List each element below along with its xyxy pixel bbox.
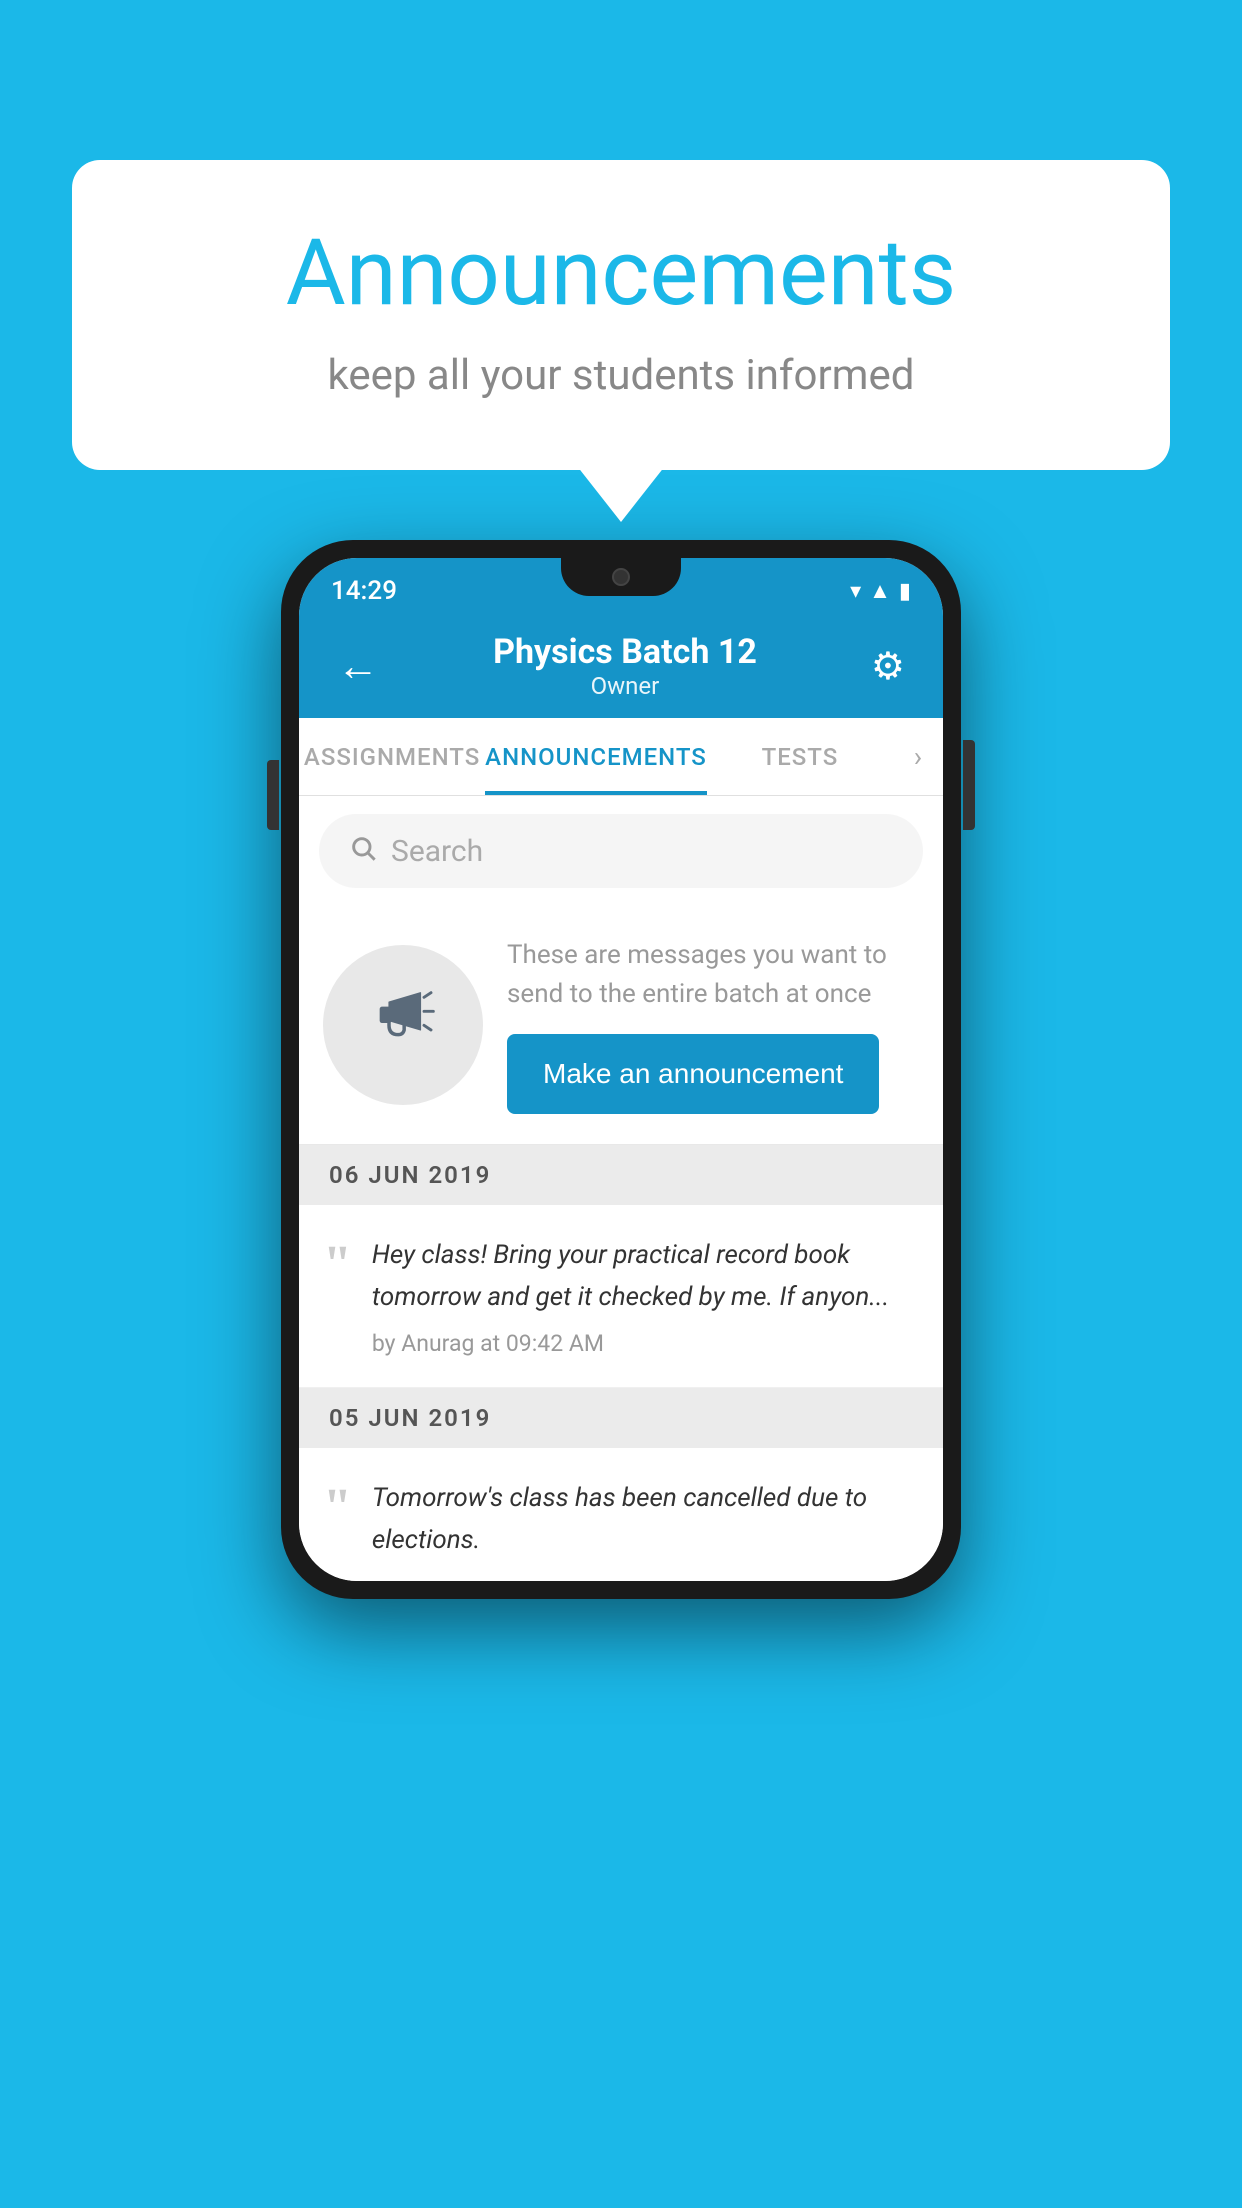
empty-state-text: These are messages you want to send to t… <box>507 936 913 1014</box>
empty-state-right: These are messages you want to send to t… <box>507 936 913 1114</box>
phone-screen: 14:29 ▾ ▲ ▮ ← Physics Batch 12 Owner ⚙ <box>299 558 943 1581</box>
tab-more-icon[interactable]: › <box>893 718 943 795</box>
tabs-bar: ASSIGNMENTS ANNOUNCEMENTS TESTS › <box>299 718 943 796</box>
search-placeholder: Search <box>391 834 483 869</box>
app-bar-title-container: Physics Batch 12 Owner <box>493 632 757 700</box>
wifi-icon: ▾ <box>850 579 861 604</box>
app-bar: ← Physics Batch 12 Owner ⚙ <box>299 614 943 718</box>
app-bar-title: Physics Batch 12 <box>493 632 757 672</box>
announcement-content-1: Hey class! Bring your practical record b… <box>372 1235 919 1357</box>
front-camera <box>612 568 630 586</box>
empty-state-icon-circle <box>323 945 483 1105</box>
back-button[interactable]: ← <box>327 632 389 701</box>
search-icon <box>349 832 377 870</box>
announcement-item-1: " Hey class! Bring your practical record… <box>299 1205 943 1388</box>
status-time: 14:29 <box>331 576 397 606</box>
settings-icon[interactable]: ⚙ <box>861 634 915 699</box>
date-separator-2: 05 JUN 2019 <box>299 1388 943 1448</box>
quote-icon-2: " <box>323 1482 352 1534</box>
app-bar-subtitle: Owner <box>493 672 757 700</box>
megaphone-icon <box>368 981 438 1069</box>
tab-tests[interactable]: TESTS <box>707 718 893 795</box>
announcement-item-2: " Tomorrow's class has been cancelled du… <box>299 1448 943 1581</box>
notch <box>561 558 681 596</box>
quote-icon-1: " <box>323 1239 352 1291</box>
make-announcement-button[interactable]: Make an announcement <box>507 1034 879 1114</box>
announcement-text-2: Tomorrow's class has been cancelled due … <box>372 1478 919 1561</box>
phone-wrapper: 14:29 ▾ ▲ ▮ ← Physics Batch 12 Owner ⚙ <box>281 540 961 1599</box>
tab-assignments[interactable]: ASSIGNMENTS <box>299 718 485 795</box>
speech-bubble-title: Announcements <box>152 220 1090 327</box>
announcement-text-1: Hey class! Bring your practical record b… <box>372 1235 919 1318</box>
search-input-wrapper[interactable]: Search <box>319 814 923 888</box>
date-separator-1: 06 JUN 2019 <box>299 1145 943 1205</box>
battery-icon: ▮ <box>899 579 911 604</box>
tab-announcements[interactable]: ANNOUNCEMENTS <box>485 718 707 795</box>
speech-bubble: Announcements keep all your students inf… <box>72 160 1170 470</box>
phone-outer: 14:29 ▾ ▲ ▮ ← Physics Batch 12 Owner ⚙ <box>281 540 961 1599</box>
signal-icon: ▲ <box>869 578 891 604</box>
speech-bubble-container: Announcements keep all your students inf… <box>72 160 1170 470</box>
announcement-content-2: Tomorrow's class has been cancelled due … <box>372 1478 919 1561</box>
speech-bubble-subtitle: keep all your students informed <box>152 351 1090 400</box>
announcement-author-1: by Anurag at 09:42 AM <box>372 1330 919 1357</box>
search-bar: Search <box>299 796 943 906</box>
empty-state: These are messages you want to send to t… <box>299 906 943 1145</box>
status-icons: ▾ ▲ ▮ <box>850 578 911 604</box>
